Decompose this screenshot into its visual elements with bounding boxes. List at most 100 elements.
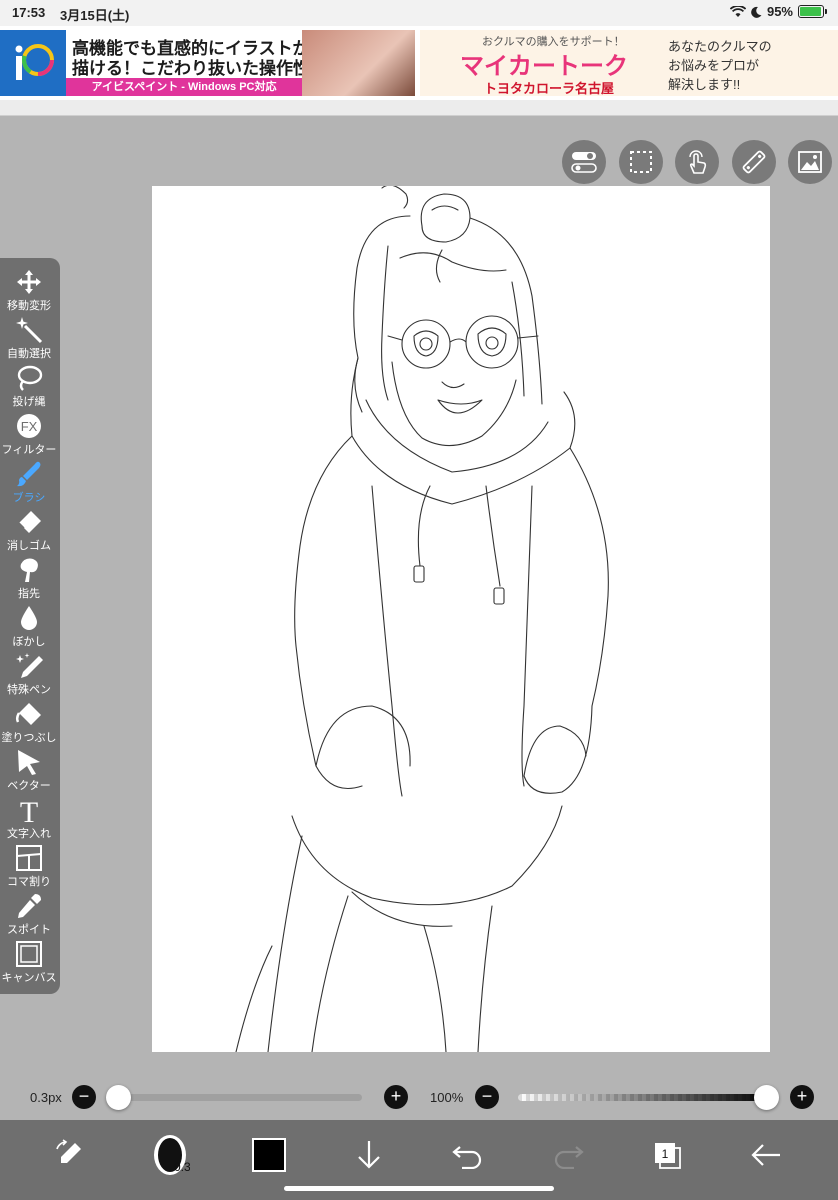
- opacity-plus-button[interactable]: +: [790, 1085, 814, 1109]
- opacity-value: 100%: [430, 1090, 464, 1105]
- ruler-button[interactable]: [732, 140, 776, 184]
- eraser-icon: [18, 511, 41, 533]
- selection-icon: [630, 151, 652, 173]
- svg-text:1: 1: [662, 1147, 669, 1161]
- blur-icon: [21, 606, 37, 630]
- opacity-minus-button[interactable]: −: [475, 1085, 499, 1109]
- wifi-icon: [729, 5, 746, 17]
- image-icon: [798, 151, 822, 173]
- status-indicators: 95%: [729, 4, 827, 19]
- ad-right-brand: トヨタカローラ名古屋: [484, 81, 615, 96]
- layers-button[interactable]: 1: [642, 1130, 692, 1180]
- tool-label: 文字入れ: [7, 828, 51, 840]
- tool-label: フィルター: [1, 444, 57, 456]
- ad-mycartalk[interactable]: おクルマの購入をサポート！ マイカートーク トヨタカローラ名古屋 あなたのクルマ…: [420, 30, 838, 96]
- touch-icon: [689, 150, 707, 174]
- ibispaint-logo-icon: [0, 30, 66, 96]
- opacity-slider-handle[interactable]: [754, 1085, 779, 1110]
- transform-button[interactable]: [44, 1130, 94, 1180]
- tool-blur[interactable]: ぼかし: [0, 602, 60, 650]
- color-swatch: [252, 1138, 286, 1172]
- back-button[interactable]: [741, 1130, 791, 1180]
- svg-text:T: T: [20, 796, 38, 824]
- battery-percent: 95%: [766, 4, 793, 19]
- tool-brush[interactable]: ブラシ: [0, 458, 60, 506]
- ad-right-copy-3: 解決します!!: [668, 77, 741, 92]
- top-strip: [0, 100, 838, 116]
- tool-label: ぼかし: [12, 636, 46, 648]
- image-button[interactable]: [788, 140, 832, 184]
- brush-size-value: 0.3px: [30, 1090, 62, 1105]
- brush-icon: [17, 461, 41, 487]
- tool-eyedropper[interactable]: スポイト: [0, 890, 60, 938]
- undo-icon: [452, 1146, 482, 1169]
- tool-canvas[interactable]: キャンバス: [0, 938, 60, 986]
- lasso-icon: [17, 365, 43, 391]
- brush-size-slider-handle[interactable]: [106, 1085, 131, 1110]
- ad-character-image: [302, 30, 415, 96]
- canvas-icon: [16, 941, 42, 967]
- tool-lasso[interactable]: 投げ縄: [0, 362, 60, 410]
- tool-move[interactable]: 移動変形: [0, 266, 60, 314]
- download-button[interactable]: [344, 1130, 394, 1180]
- text-icon: T: [20, 796, 38, 824]
- svg-text:FX: FX: [21, 419, 38, 434]
- tool-label: 塗りつぶし: [1, 732, 57, 744]
- tool-vector[interactable]: ベクター: [0, 746, 60, 794]
- tool-filter[interactable]: FX フィルター: [0, 410, 60, 458]
- ad-banner[interactable]: 高機能でも直感的にイラストが 描ける！こだわり抜いた操作性！ アイビスペイント …: [0, 26, 838, 100]
- svg-text:0.3: 0.3: [174, 1160, 190, 1174]
- tool-eraser[interactable]: 消しゴム: [0, 506, 60, 554]
- home-indicator: [284, 1186, 554, 1191]
- tool-label: ベクター: [7, 780, 51, 792]
- opacity-slider[interactable]: [518, 1094, 772, 1101]
- ad-line-2: 描ける！こだわり抜いた操作性！: [72, 59, 327, 78]
- brush-slider-row: 0.3px − + 100% − +: [0, 1076, 838, 1120]
- magic-wand-icon: [16, 317, 43, 344]
- tool-smudge[interactable]: 指先: [0, 554, 60, 602]
- ruler-icon: [742, 150, 766, 174]
- tool-special-pen[interactable]: 特殊ペン: [0, 650, 60, 698]
- vector-icon: [18, 750, 40, 775]
- selection-button[interactable]: [619, 140, 663, 184]
- tool-magic-wand[interactable]: 自動選択: [0, 314, 60, 362]
- redo-icon: [554, 1146, 584, 1169]
- status-bar: 17:53 3月15日(土) 95%: [0, 0, 838, 26]
- frame-divider-icon: [16, 845, 42, 871]
- tool-label: 消しゴム: [7, 540, 51, 552]
- ad-right-copy-1: あなたのクルマの: [668, 39, 772, 54]
- color-button[interactable]: [244, 1130, 294, 1180]
- tool-palette: 移動変形 自動選択 投げ縄 FX フィルター ブラシ 消しゴム 指先 ぼかし 特…: [0, 258, 60, 994]
- arrow-down-icon: [358, 1141, 380, 1169]
- status-date: 3月15日(土): [60, 8, 130, 23]
- battery-icon: [798, 5, 827, 18]
- redo-button[interactable]: [543, 1130, 593, 1180]
- moon-icon: [751, 6, 762, 18]
- brush-size-plus-button[interactable]: +: [384, 1085, 408, 1109]
- fill-icon: [15, 703, 41, 725]
- drawing-canvas[interactable]: [152, 186, 770, 1052]
- undo-button[interactable]: [443, 1130, 493, 1180]
- fx-icon: FX: [17, 414, 41, 438]
- smudge-icon: [20, 558, 38, 582]
- tool-label: ブラシ: [12, 492, 46, 504]
- tool-label: 自動選択: [7, 348, 51, 360]
- tool-label: 移動変形: [7, 300, 51, 312]
- touch-button[interactable]: [675, 140, 719, 184]
- special-pen-icon: [16, 653, 43, 678]
- brush-size-slider[interactable]: [110, 1094, 362, 1101]
- brush-settings-button[interactable]: 0.3: [145, 1130, 195, 1180]
- status-time: 17:53: [12, 5, 46, 20]
- toggle-button[interactable]: [562, 140, 606, 184]
- tool-label: キャンバス: [1, 972, 57, 984]
- ad-line-3: アイビスペイント - Windows PC対応: [66, 78, 302, 96]
- brush-tip-icon: 0.3: [154, 1135, 190, 1175]
- eyedropper-icon: [18, 894, 41, 918]
- tool-frame-divider[interactable]: コマ割り: [0, 842, 60, 890]
- tool-text[interactable]: T 文字入れ: [0, 794, 60, 842]
- ad-right-title: マイカートーク: [460, 53, 628, 80]
- ad-ibispaint[interactable]: 高機能でも直感的にイラストが 描ける！こだわり抜いた操作性！ アイビスペイント …: [0, 30, 415, 96]
- ad-right-copy-2: お悩みをプロが: [668, 58, 760, 73]
- tool-fill[interactable]: 塗りつぶし: [0, 698, 60, 746]
- brush-size-minus-button[interactable]: −: [72, 1085, 96, 1109]
